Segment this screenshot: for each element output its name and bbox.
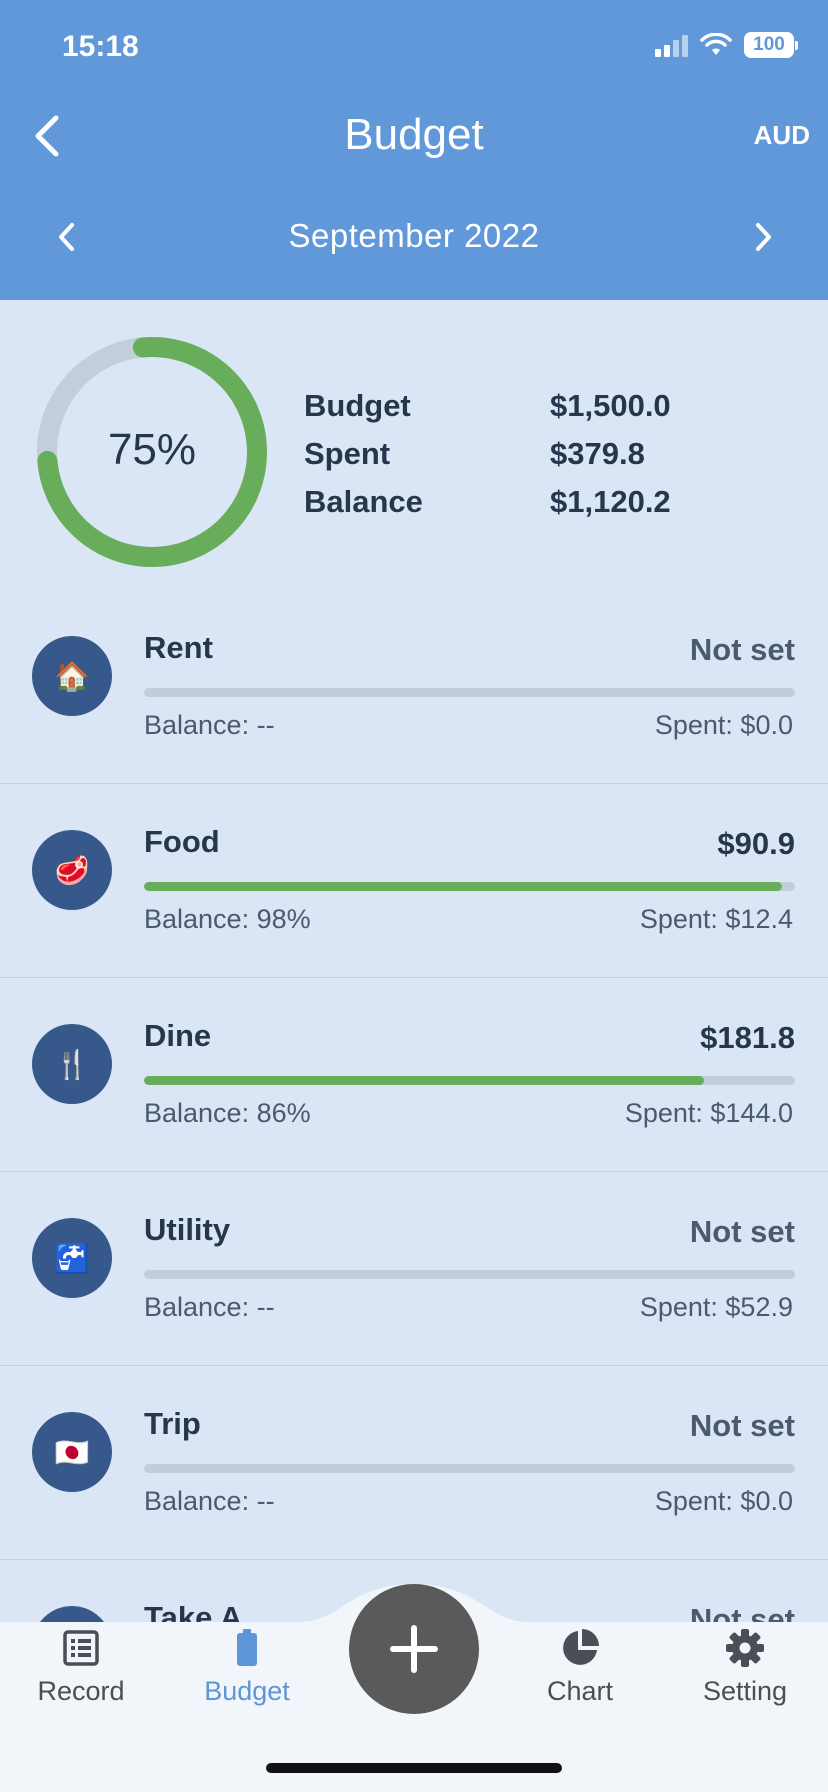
battery-icon: 100	[744, 32, 798, 58]
plus-icon	[390, 1625, 438, 1673]
add-record-button[interactable]	[349, 1584, 479, 1714]
status-time: 15:18	[62, 30, 139, 63]
currency-button[interactable]: AUD	[754, 120, 810, 151]
category-row-dine[interactable]: 🍴 Dine $181.8 Balance: 86% Spent: $144.0	[0, 978, 828, 1172]
summary-label: Budget	[304, 388, 411, 423]
summary-value: $1,120.2	[550, 484, 671, 519]
tab-label: Setting	[702, 1676, 788, 1706]
category-spent: Spent: $0.0	[654, 1486, 793, 1516]
fork-knife-icon: 🍴	[32, 1024, 112, 1104]
category-row-food[interactable]: 🥩 Food $90.9 Balance: 98% Spent: $12.4	[0, 784, 828, 978]
summary-row-balance: Balance $1,120.2	[304, 478, 671, 526]
record-list-icon	[63, 1630, 99, 1666]
tab-label: Record	[37, 1676, 125, 1706]
budget-summary: Budget $1,500.0 Spent $379.8 Balance $1,…	[304, 382, 671, 526]
home-indicator	[266, 1763, 562, 1773]
budget-percent: 75%	[107, 425, 197, 474]
category-balance: Balance: 86%	[144, 1098, 311, 1128]
category-row-trip[interactable]: 🇯🇵 Trip Not set Balance: -- Spent: $0.0	[0, 1366, 828, 1560]
page-title: Budget	[344, 110, 484, 159]
category-name: Rent	[144, 630, 213, 665]
category-budget: Not set	[689, 1408, 795, 1443]
faucet-icon: 🚰	[32, 1218, 112, 1298]
category-budget: Not set	[689, 632, 795, 667]
tab-label: Budget	[204, 1676, 290, 1706]
category-row-utility[interactable]: 🚰 Utility Not set Balance: -- Spent: $52…	[0, 1172, 828, 1366]
category-progress-track	[144, 1464, 795, 1473]
summary-label: Spent	[304, 436, 391, 471]
header-bar: 15:18 100 Budget AUD September 2022	[0, 0, 828, 300]
category-spent: Spent: $52.9	[639, 1292, 793, 1322]
house-icon: 🏠	[32, 636, 112, 716]
summary-row-budget: Budget $1,500.0	[304, 382, 671, 430]
category-balance: Balance: --	[144, 1292, 275, 1322]
category-spent: Spent: $12.4	[639, 904, 793, 934]
category-balance: Balance: --	[144, 1486, 275, 1516]
category-spent: Spent: $144.0	[624, 1098, 793, 1128]
category-budget: $181.8	[700, 1020, 795, 1055]
category-budget: $90.9	[717, 826, 795, 861]
category-row-rent[interactable]: 🏠 Rent Not set Balance: -- Spent: $0.0	[0, 590, 828, 784]
pie-chart-icon	[563, 1629, 599, 1665]
summary-value: $379.8	[550, 436, 645, 471]
next-month-icon[interactable]	[748, 220, 778, 254]
tab-setting[interactable]: Setting	[665, 1628, 825, 1707]
category-spent: Spent: $0.0	[654, 710, 793, 740]
month-label: September 2022	[288, 217, 540, 254]
summary-label: Balance	[304, 484, 423, 519]
meat-icon: 🥩	[32, 830, 112, 910]
category-progress-fill	[144, 882, 782, 891]
battery-budget-icon	[237, 1629, 257, 1666]
summary-row-spent: Spent $379.8	[304, 430, 671, 478]
category-progress-track	[144, 882, 795, 891]
category-name: Utility	[144, 1212, 231, 1247]
wifi-icon	[700, 33, 732, 55]
tab-record[interactable]: Record	[1, 1628, 161, 1707]
category-progress-track	[144, 1270, 795, 1279]
summary-value: $1,500.0	[550, 388, 671, 423]
gear-icon	[726, 1629, 764, 1667]
japan-flag-icon: 🇯🇵	[32, 1412, 112, 1492]
category-name: Trip	[144, 1406, 201, 1441]
signal-icon	[655, 33, 688, 57]
category-progress-track	[144, 688, 795, 697]
tab-budget[interactable]: Budget	[167, 1628, 327, 1707]
tab-chart[interactable]: Chart	[500, 1628, 660, 1707]
status-icons: 100	[655, 32, 798, 58]
category-progress-fill	[144, 1076, 704, 1085]
category-budget: Not set	[689, 1214, 795, 1249]
category-balance: Balance: --	[144, 710, 275, 740]
category-progress-track	[144, 1076, 795, 1085]
tab-label: Chart	[546, 1676, 614, 1706]
category-balance: Balance: 98%	[144, 904, 311, 934]
category-name: Food	[144, 824, 220, 859]
category-name: Dine	[144, 1018, 212, 1053]
